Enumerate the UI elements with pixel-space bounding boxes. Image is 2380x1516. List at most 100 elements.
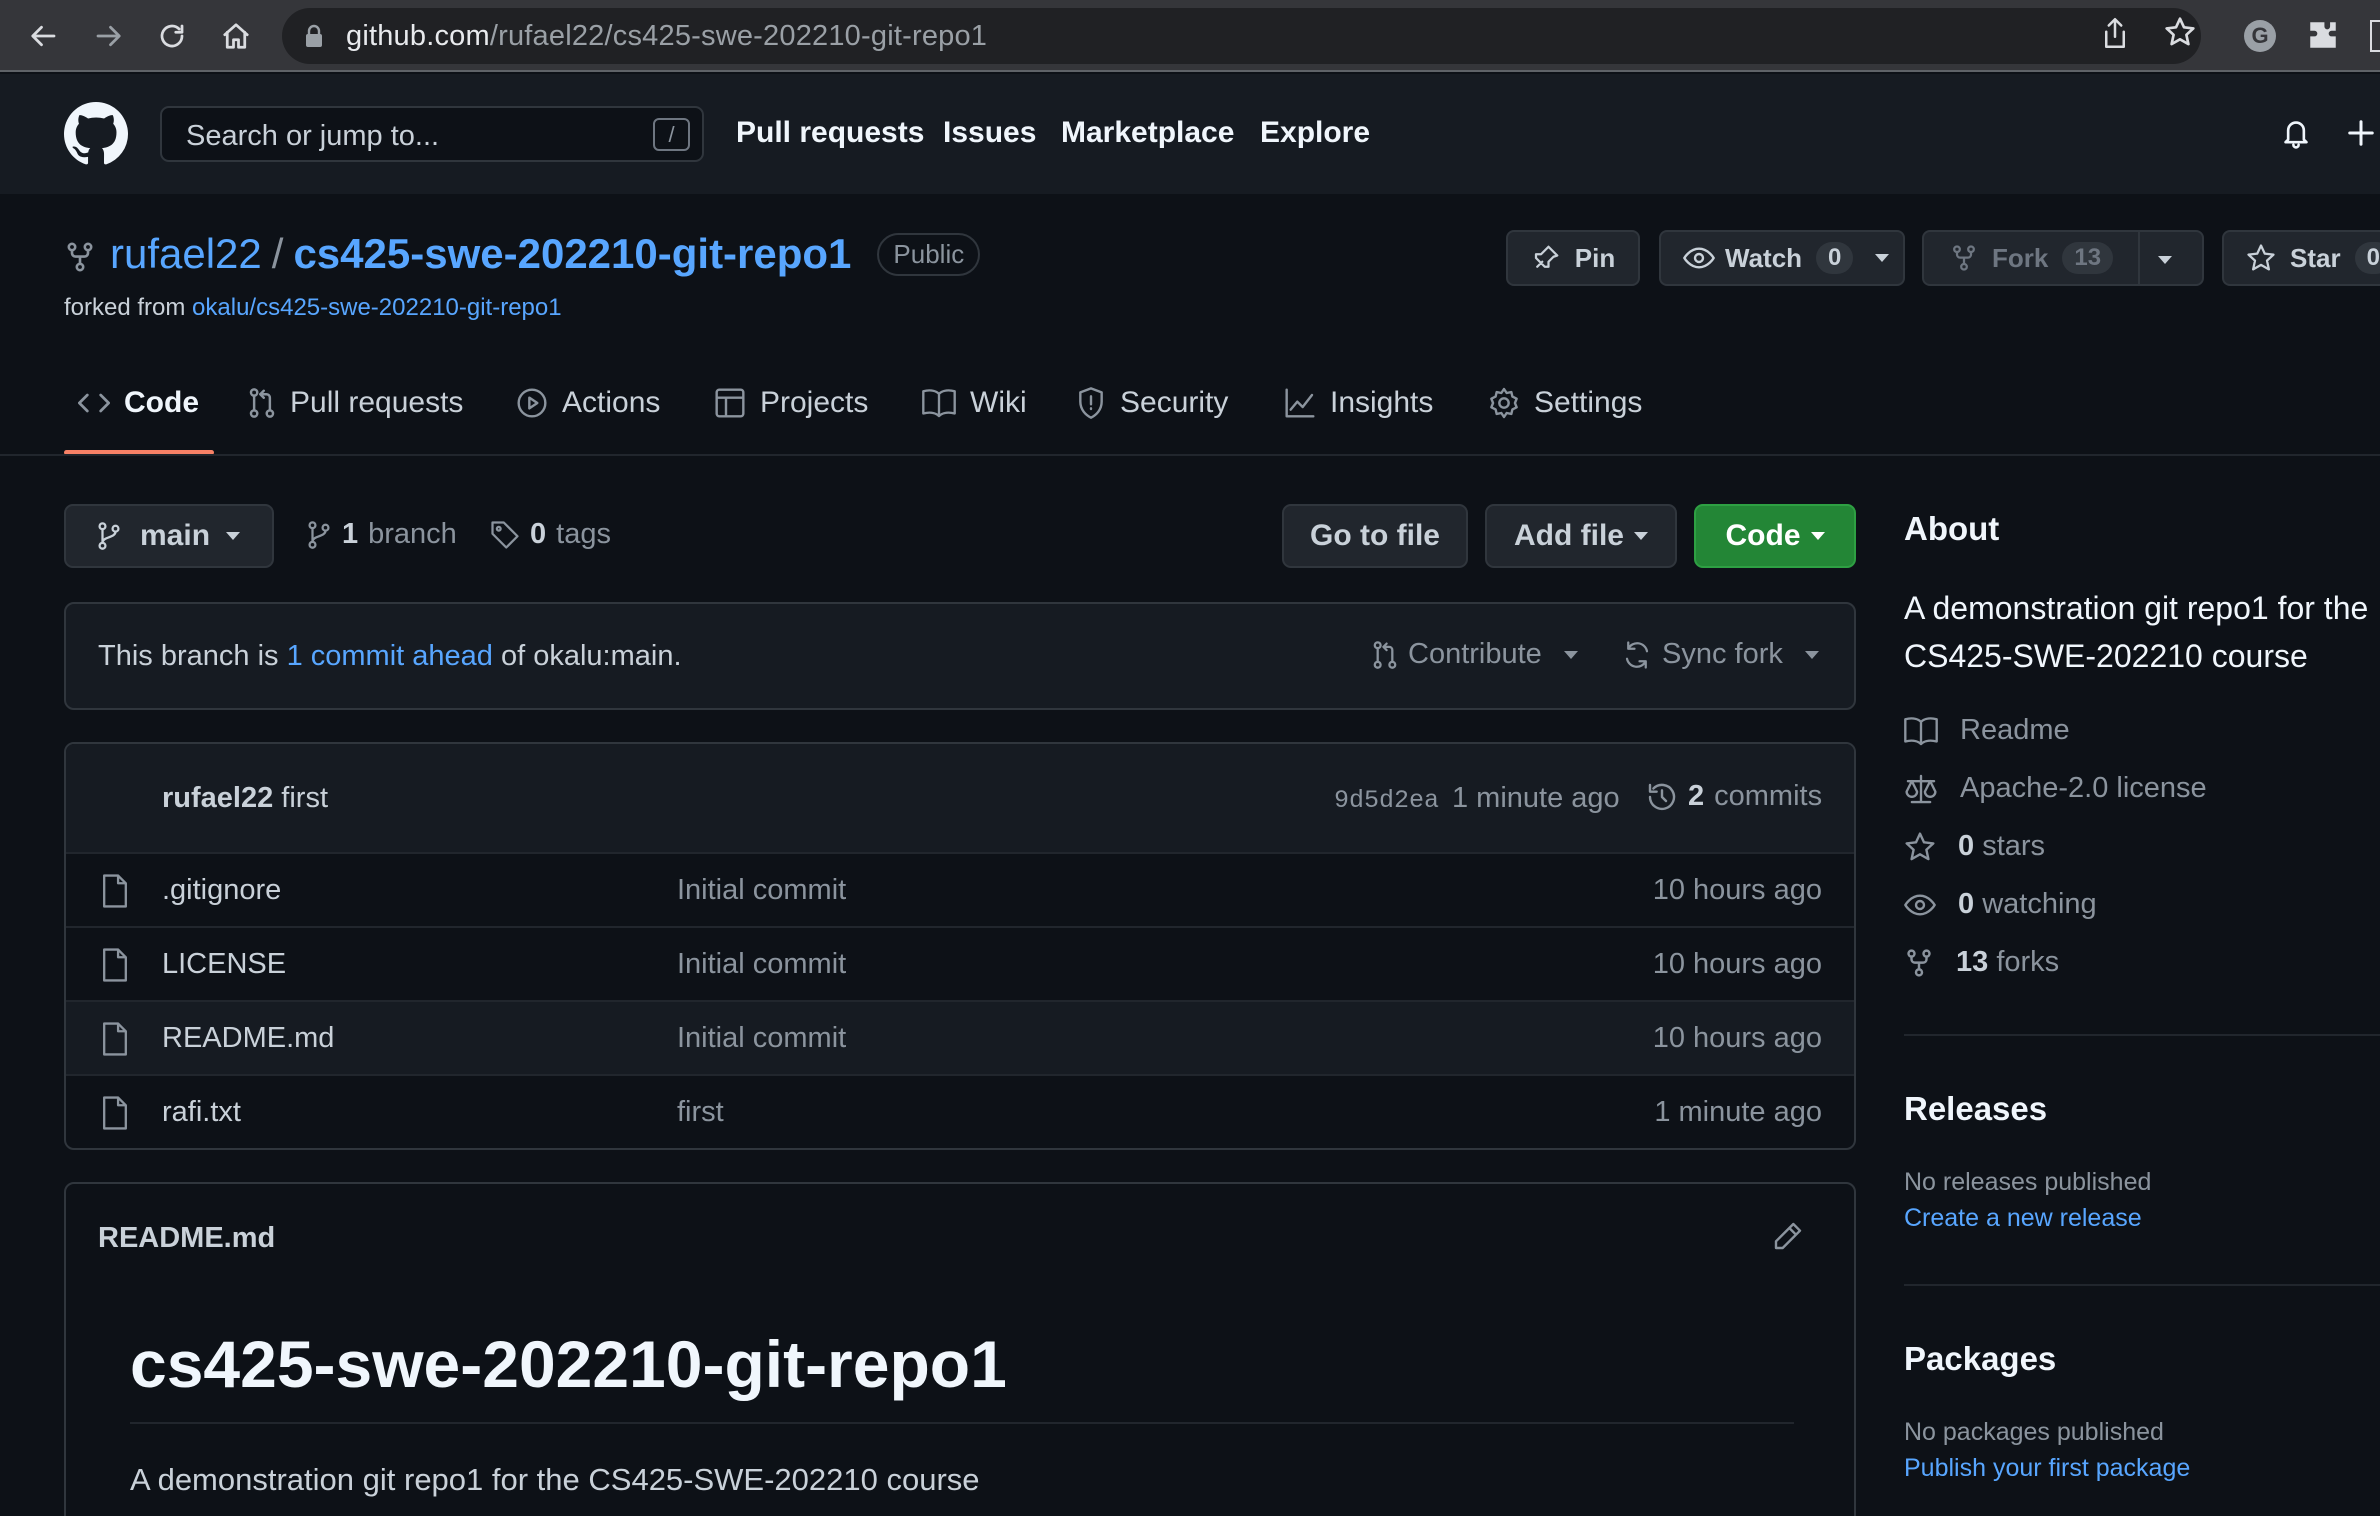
- about-stars-link[interactable]: 0 stars: [1904, 830, 2045, 863]
- github-logo-icon[interactable]: [64, 102, 128, 166]
- fork-icon: [1904, 947, 1934, 979]
- visibility-badge: Public: [877, 232, 981, 276]
- nav-issues[interactable]: Issues: [943, 116, 1036, 150]
- about-description: A demonstration git repo1 for the CS425-…: [1904, 584, 2380, 680]
- notifications-bell-icon[interactable]: [2280, 116, 2312, 150]
- about-license-label: Apache-2.0 license: [1960, 772, 2207, 804]
- releases-empty-text: No releases published: [1904, 1168, 2152, 1196]
- play-icon: [516, 387, 548, 419]
- profile-avatar[interactable]: G: [2244, 20, 2276, 52]
- about-watching-link[interactable]: 0 watching: [1904, 888, 2097, 921]
- about-forks-link[interactable]: 13 forks: [1904, 946, 2059, 979]
- tags-link[interactable]: 0 tags: [490, 518, 611, 551]
- file-commit-message[interactable]: Initial commit: [677, 874, 846, 907]
- commits-history-link[interactable]: 2 commits: [1646, 780, 1822, 813]
- tab-projects[interactable]: Projects: [714, 386, 868, 420]
- fork-button[interactable]: Fork 13: [1922, 230, 2204, 286]
- file-commit-message[interactable]: first: [677, 1096, 724, 1129]
- pin-label: Pin: [1574, 242, 1616, 273]
- contribute-button[interactable]: Contribute: [1372, 638, 1578, 671]
- tab-security[interactable]: Security: [1076, 386, 1228, 420]
- file-name[interactable]: LICENSE: [162, 948, 286, 981]
- bookmark-star-icon[interactable]: [2164, 16, 2196, 48]
- code-download-button[interactable]: Code: [1694, 504, 1856, 568]
- forward-icon[interactable]: [86, 14, 130, 58]
- file-list-box: rufael22 first 9d5d2ea 1 minute ago 2 co…: [64, 742, 1856, 1150]
- nav-explore[interactable]: Explore: [1260, 116, 1370, 150]
- home-icon[interactable]: [214, 14, 258, 58]
- file-commit-message[interactable]: Initial commit: [677, 948, 846, 981]
- lock-icon: [304, 24, 324, 48]
- search-input[interactable]: Search or jump to... /: [160, 106, 704, 162]
- create-new-plus-icon[interactable]: [2346, 118, 2376, 148]
- commit-author[interactable]: rufael22: [162, 782, 273, 814]
- sidebar-divider: [1904, 1284, 2380, 1286]
- repo-name-link[interactable]: cs425-swe-202210-git-repo1: [293, 230, 851, 278]
- forked-from-link[interactable]: okalu/cs425-swe-202210-git-repo1: [192, 294, 562, 321]
- packages-heading[interactable]: Packages: [1904, 1340, 2056, 1378]
- branch-status-prefix: This branch is: [98, 640, 279, 672]
- tab-pull-requests[interactable]: Pull requests: [248, 386, 463, 420]
- tab-insights[interactable]: Insights: [1284, 386, 1433, 420]
- history-icon: [1646, 781, 1678, 813]
- add-file-label: Add file: [1514, 519, 1624, 552]
- repo-owner-link[interactable]: rufael22: [110, 230, 262, 278]
- tab-code[interactable]: Code: [78, 386, 199, 420]
- file-name[interactable]: .gitignore: [162, 874, 281, 907]
- add-file-button[interactable]: Add file: [1485, 504, 1677, 568]
- about-readme-link[interactable]: Readme: [1904, 714, 2070, 747]
- watch-button[interactable]: Watch 0: [1659, 230, 1905, 286]
- releases-heading[interactable]: Releases: [1904, 1090, 2047, 1128]
- file-name[interactable]: README.md: [162, 1022, 334, 1055]
- branch-dropdown-caret: [226, 532, 241, 540]
- readme-heading-rule: [130, 1422, 1794, 1424]
- pencil-edit-icon[interactable]: [1772, 1220, 1804, 1252]
- address-bar[interactable]: github.com/rufael22/cs425-swe-202210-git…: [282, 8, 2201, 64]
- create-release-link[interactable]: Create a new release: [1904, 1204, 2142, 1233]
- sidebar-toggle-icon[interactable]: [2370, 20, 2380, 52]
- tab-actions[interactable]: Actions: [516, 386, 660, 420]
- pull-request-icon: [1372, 640, 1398, 670]
- sync-fork-button[interactable]: Sync fork: [1622, 638, 1819, 671]
- tab-wiki[interactable]: Wiki: [922, 386, 1027, 420]
- file-row[interactable]: LICENSE Initial commit 10 hours ago: [66, 926, 1854, 1000]
- back-icon[interactable]: [22, 14, 66, 58]
- star-icon: [2246, 243, 2276, 273]
- tab-settings[interactable]: Settings: [1488, 386, 1642, 420]
- file-name[interactable]: rafi.txt: [162, 1096, 241, 1129]
- commit-message[interactable]: first: [281, 782, 328, 814]
- file-icon: [100, 1022, 130, 1056]
- about-readme-label: Readme: [1960, 714, 2070, 746]
- branch-selector-button[interactable]: main: [64, 504, 274, 568]
- file-commit-message[interactable]: Initial commit: [677, 1022, 846, 1055]
- file-row[interactable]: README.md Initial commit 10 hours ago: [66, 1000, 1854, 1074]
- browser-toolbar: github.com/rufael22/cs425-swe-202210-git…: [0, 0, 2380, 72]
- extensions-icon[interactable]: [2306, 18, 2340, 52]
- commits-ahead-link[interactable]: 1 commit ahead: [287, 640, 493, 672]
- fork-dropdown-caret[interactable]: [2158, 256, 2172, 264]
- shield-icon: [1076, 387, 1106, 419]
- forks-count: 13: [1956, 946, 1989, 978]
- fork-label: Fork: [1992, 242, 2049, 273]
- watch-label: Watch: [1725, 242, 1803, 273]
- publish-package-link[interactable]: Publish your first package: [1904, 1454, 2190, 1483]
- commit-age: 1 minute ago: [1452, 782, 1620, 814]
- about-license-link[interactable]: Apache-2.0 license: [1904, 772, 2207, 805]
- readme-box: README.md cs425-swe-202210-git-repo1 A d…: [64, 1182, 1856, 1516]
- git-branch-icon: [306, 520, 332, 550]
- branches-link[interactable]: 1 branch: [306, 518, 457, 551]
- file-row[interactable]: .gitignore Initial commit 10 hours ago: [66, 852, 1854, 926]
- nav-marketplace[interactable]: Marketplace: [1061, 116, 1234, 150]
- reload-icon[interactable]: [150, 14, 194, 58]
- share-icon[interactable]: [2100, 16, 2130, 50]
- commit-count: 2: [1688, 780, 1705, 812]
- nav-pull-requests[interactable]: Pull requests: [736, 116, 924, 150]
- tag-count-label: tags: [556, 518, 611, 550]
- search-placeholder: Search or jump to...: [186, 120, 440, 152]
- file-row[interactable]: rafi.txt first 1 minute ago: [66, 1074, 1854, 1148]
- add-file-caret: [1634, 532, 1648, 540]
- commit-sha[interactable]: 9d5d2ea: [1334, 786, 1439, 815]
- go-to-file-button[interactable]: Go to file: [1282, 504, 1468, 568]
- star-button[interactable]: Star 0: [2222, 230, 2380, 286]
- pin-button[interactable]: Pin: [1506, 230, 1640, 286]
